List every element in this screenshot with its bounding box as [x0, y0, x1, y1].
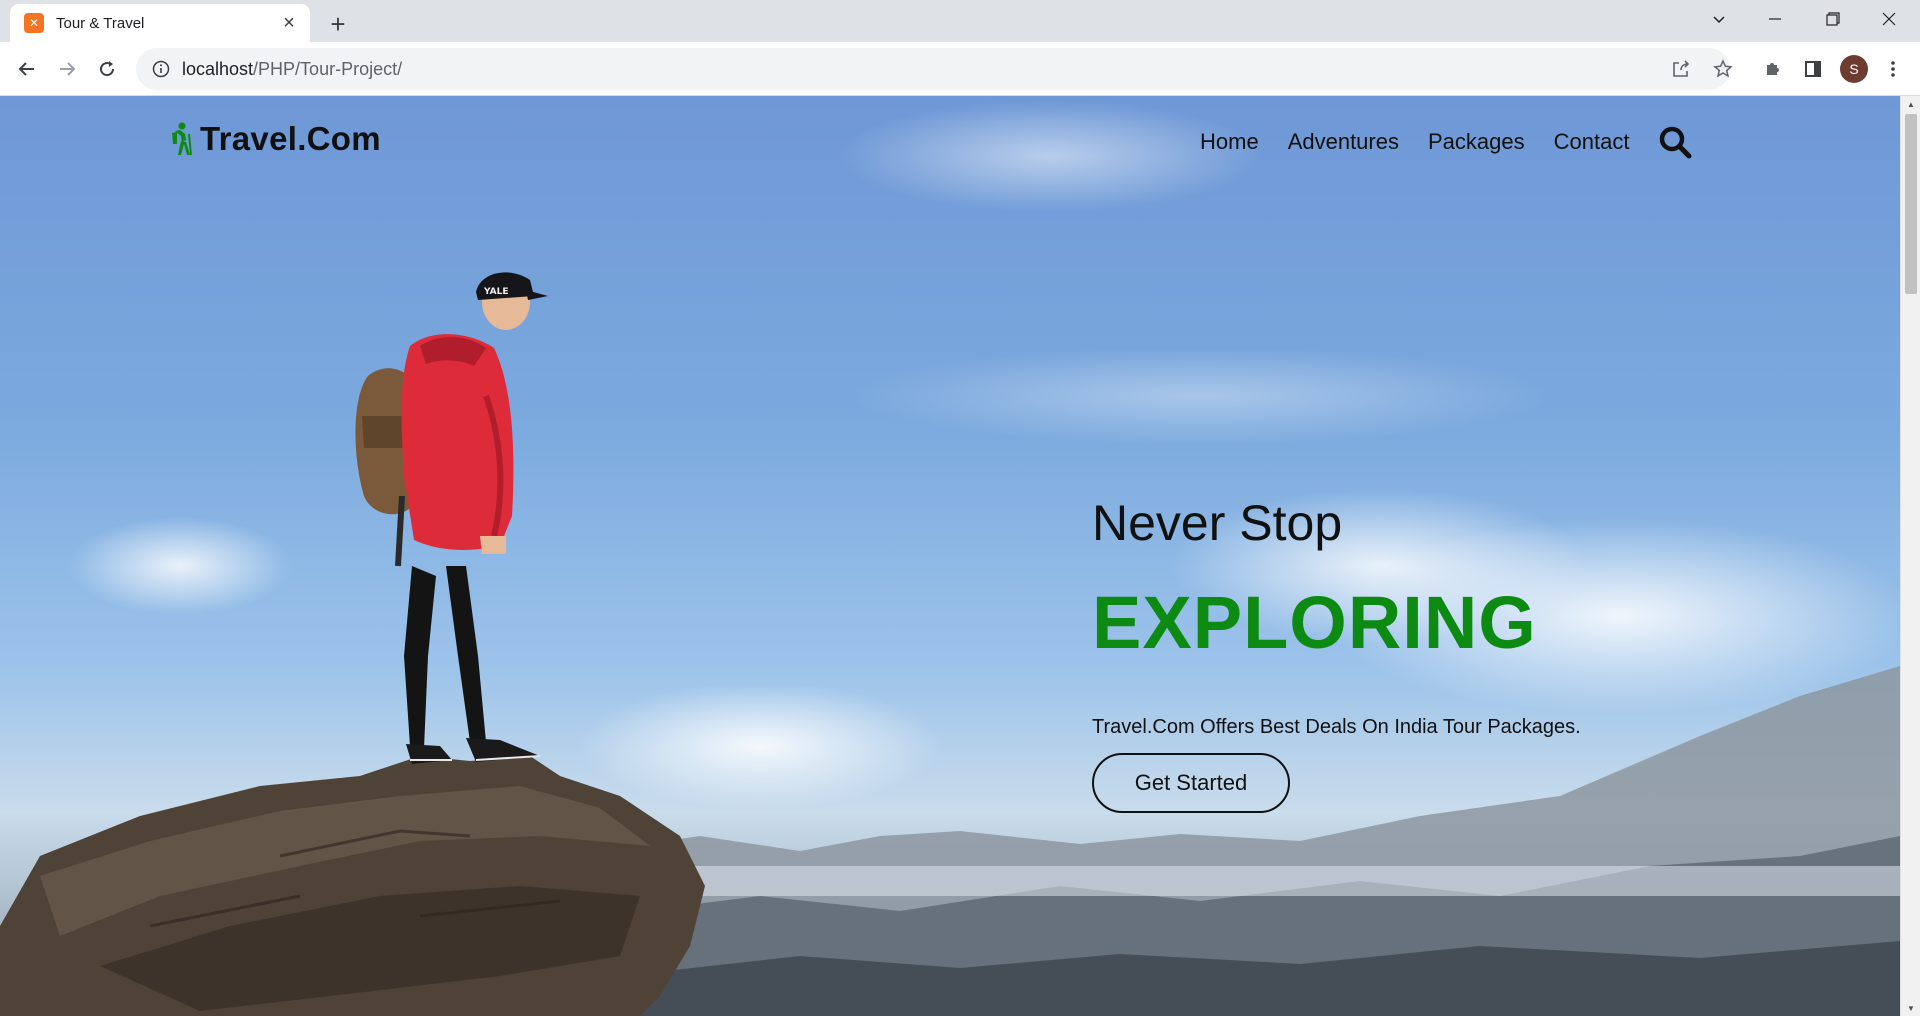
get-started-button[interactable]: Get Started [1092, 753, 1290, 813]
close-window-icon[interactable] [1862, 0, 1916, 38]
forward-arrow-icon[interactable] [50, 52, 84, 86]
url-path: /PHP/Tour-Project/ [253, 58, 403, 79]
hero-pretitle: Never Stop [1092, 495, 1343, 551]
hero-title: EXPLORING [1092, 581, 1537, 664]
logo-text: Travel.Com [200, 120, 381, 157]
scroll-down-arrow-icon[interactable]: ▼ [1901, 1000, 1920, 1016]
hiker-icon [172, 122, 192, 156]
side-panel-icon[interactable] [1796, 52, 1830, 86]
page-scrollbar[interactable]: ▲ ▼ [1900, 96, 1920, 1016]
scroll-up-arrow-icon[interactable]: ▲ [1901, 96, 1920, 112]
scroll-thumb[interactable] [1905, 114, 1917, 294]
address-bar[interactable]: localhost/PHP/Tour-Project/ [136, 48, 1730, 90]
back-arrow-icon[interactable] [10, 52, 44, 86]
more-menu-icon[interactable] [1876, 52, 1910, 86]
share-icon[interactable] [1664, 52, 1698, 86]
url-text: localhost/PHP/Tour-Project/ [182, 59, 402, 80]
tab-strip: ✕ Tour & Travel × + [0, 0, 1920, 42]
close-tab-icon[interactable]: × [278, 12, 300, 34]
nav-item-contact[interactable]: Contact [1554, 129, 1630, 155]
nav-item-adventures[interactable]: Adventures [1288, 129, 1399, 155]
tab-title: Tour & Travel [56, 14, 145, 32]
browser-tab[interactable]: ✕ Tour & Travel × [10, 4, 310, 42]
hero-description: Travel.Com Offers Best Deals On India To… [1092, 716, 1581, 738]
main-nav: Home Adventures Packages Contact [1200, 122, 1692, 162]
profile-avatar[interactable]: S [1840, 55, 1868, 83]
restore-icon[interactable] [1806, 0, 1860, 38]
svg-text:YALE: YALE [483, 287, 509, 297]
hero-background-image: YALE [0, 272, 1900, 1016]
site-header: Travel.Com Home Adventures Packages Cont… [0, 96, 1900, 186]
site-logo[interactable]: Travel.Com [168, 120, 381, 158]
url-host: localhost [182, 58, 254, 79]
site-info-icon[interactable] [150, 58, 172, 80]
new-tab-button[interactable]: + [322, 8, 354, 40]
nav-item-packages[interactable]: Packages [1428, 129, 1525, 155]
bookmark-star-icon[interactable] [1706, 52, 1740, 86]
reload-icon[interactable] [90, 52, 124, 86]
extensions-icon[interactable] [1756, 52, 1790, 86]
browser-toolbar: localhost/PHP/Tour-Project/ S [0, 42, 1920, 96]
search-icon[interactable] [1658, 125, 1692, 159]
nav-item-home[interactable]: Home [1200, 129, 1259, 155]
tab-search-chevron-icon[interactable] [1692, 0, 1746, 38]
page-viewport: YALE Travel.Com Home Adventures Packages… [0, 96, 1900, 1016]
minimize-icon[interactable] [1748, 0, 1802, 38]
xampp-icon: ✕ [24, 13, 44, 33]
